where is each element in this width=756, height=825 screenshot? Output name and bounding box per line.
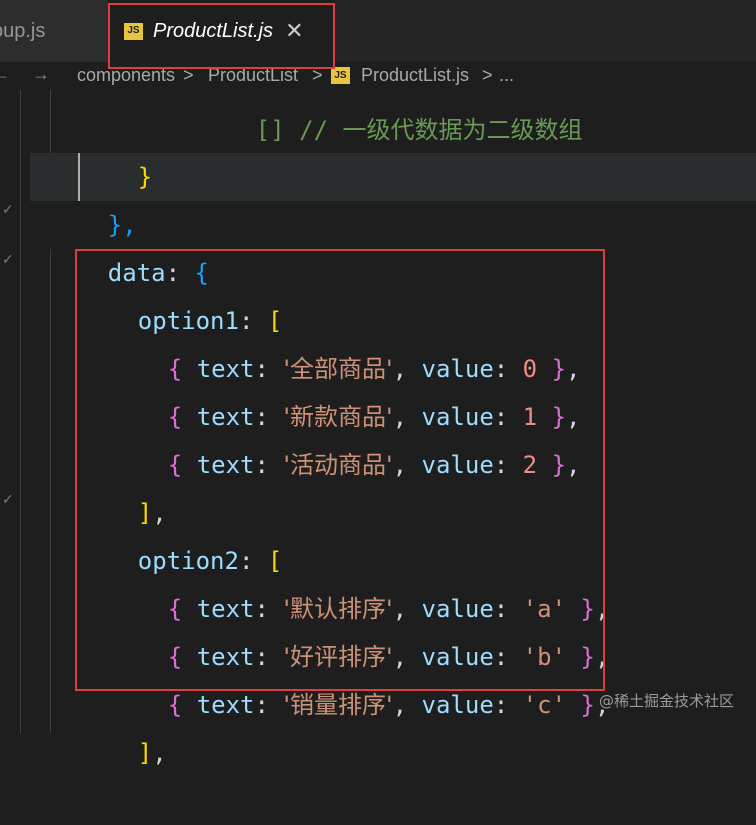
tab-label: ProductList.js [153,19,274,42]
string-literal: 'c' [522,691,567,719]
fold-marker-icon[interactable]: ✓ [2,202,14,218]
property-key: text [196,691,255,719]
breadcrumb-item-components[interactable]: components [77,62,175,90]
code-line-option: { text: '默认排序', value: 'a' }, [167,595,610,623]
code-line-option1: option1: [ [137,307,283,335]
code-line-option: { text: '新款商品', value: 1 }, [167,403,581,431]
property-key: value [421,451,494,479]
close-icon[interactable]: ✕ [285,19,303,44]
code-line-option: { text: '活动商品', value: 2 }, [167,451,581,479]
string-literal: '活动商品' [283,451,393,479]
closing-brace: } [137,163,153,191]
property-key: value [421,691,494,719]
code-line-option: { text: '全部商品', value: 0 }, [167,355,581,383]
code-line-option: { text: '销量排序', value: 'c' }, [167,691,610,719]
breadcrumb: ← → components > ProductList > JS Produc… [0,62,756,90]
back-arrow-icon[interactable]: ← [0,62,10,90]
watermark: @稀土掘金技术社区 [598,692,734,710]
code-line-data: data: { [107,259,209,287]
fold-marker-icon[interactable]: ✓ [2,252,14,268]
chevron-right-icon: > [312,65,323,85]
tab-group-js[interactable]: oup.js [0,0,108,62]
code-line: } [80,105,152,191]
code-line: }, [50,153,137,239]
chevron-right-icon: > [183,65,194,85]
js-file-icon: JS [331,67,350,84]
breadcrumb-item-file[interactable]: ProductList.js [361,62,469,90]
tab-label: oup.js [0,19,46,42]
code-line: ], [137,499,167,527]
breadcrumb-item-symbol[interactable]: ... [499,62,514,90]
js-file-icon: JS [124,22,143,40]
breadcrumb-item-productlist[interactable]: ProductList [208,62,298,90]
editor-gutter: ✓ ✓ ✓ [0,90,30,733]
chevron-right-icon: > [482,65,493,85]
code-line: ], [137,739,167,767]
string-literal: '销量排序' [283,691,393,719]
tab-productlist-js[interactable]: JS ProductList.js ✕ [108,0,334,62]
code-line-option: { text: '好评排序', value: 'b' }, [167,643,610,671]
indent-guide [20,90,21,733]
forward-arrow-icon[interactable]: → [32,62,50,90]
property-key: text [196,451,255,479]
tab-bar: oup.js JS ProductList.js ✕ [0,0,756,62]
indent-guide [50,90,51,154]
code-line: [] // 一级代数据为二级数组 [255,116,583,144]
code-line-option2: option2: [ [137,547,283,575]
number-literal: 2 [522,451,538,479]
fold-marker-icon[interactable]: ✓ [2,492,14,508]
text-cursor [78,153,80,201]
